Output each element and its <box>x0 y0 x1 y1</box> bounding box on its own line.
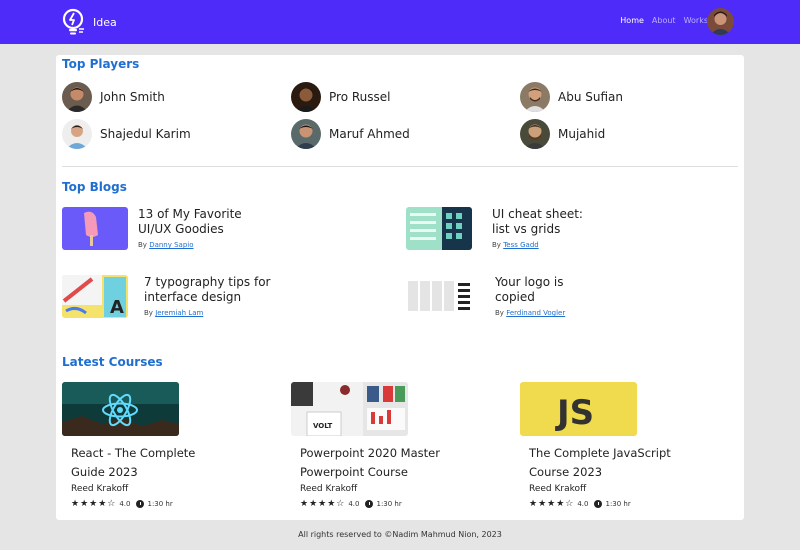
player-card[interactable]: Pro Russel <box>291 82 390 112</box>
blog-card[interactable]: UI cheat sheet: list vs grids By Tess Ga… <box>406 207 602 250</box>
course-meta: ★★★★☆ 4.0 1:30 hr <box>71 499 262 509</box>
blog-card[interactable]: A 7 typography tips for interface design… <box>62 275 274 318</box>
lightbulb-logo-icon <box>62 8 84 35</box>
brand-name: Idea <box>93 15 117 29</box>
blog-byline: By Jeremiah Lam <box>144 309 274 317</box>
blog-author-link[interactable]: Jeremiah Lam <box>155 309 203 317</box>
user-avatar-icon <box>707 8 734 35</box>
course-duration: 1:30 hr <box>147 500 173 508</box>
player-name: Mujahid <box>558 127 606 141</box>
course-title[interactable]: React - The Complete Guide 2023 <box>71 444 221 482</box>
blog-title[interactable]: 7 typography tips for interface design <box>144 275 274 305</box>
course-thumbnail: VOLT <box>291 382 408 436</box>
by-label: By <box>492 241 501 249</box>
course-card[interactable]: JS The Complete JavaScript Course 2023 R… <box>520 382 720 509</box>
blog-byline: By Danny Sapio <box>138 241 248 249</box>
by-label: By <box>144 309 153 317</box>
blog-thumbnail <box>62 207 128 250</box>
course-author: Reed Krakoff <box>529 484 587 494</box>
by-label: By <box>495 309 504 317</box>
powerpoint-thumbnail-icon: VOLT <box>291 382 408 436</box>
rating-value: 4.0 <box>348 500 360 508</box>
avatar <box>291 119 321 149</box>
player-name: Abu Sufian <box>558 90 623 104</box>
player-card[interactable]: Mujahid <box>520 119 605 149</box>
volt-thumb-text: VOLT <box>313 422 333 430</box>
avatar <box>62 119 92 149</box>
player-name: Shajedul Karim <box>100 127 191 141</box>
avatar <box>62 82 92 112</box>
top-players-title: Top Players <box>62 57 140 71</box>
player-name: Maruf Ahmed <box>329 127 410 141</box>
course-card[interactable]: VOLT Powerpoint 2020 Master Powerpoint C… <box>291 382 491 509</box>
nav-link-about[interactable]: About <box>652 16 676 25</box>
avatar <box>291 82 321 112</box>
blog-author-link[interactable]: Ferdinand Vogler <box>506 309 565 317</box>
blog-byline: By Ferdinand Vogler <box>495 309 575 317</box>
react-logo-icon <box>62 382 179 436</box>
svg-text:A: A <box>110 297 124 318</box>
blog-title[interactable]: UI cheat sheet: list vs grids <box>492 207 602 237</box>
course-author: Reed Krakoff <box>71 484 129 494</box>
blog-thumbnail <box>406 275 472 318</box>
blog-author-link[interactable]: Danny Sapio <box>149 241 193 249</box>
course-title[interactable]: The Complete JavaScript Course 2023 <box>529 444 689 482</box>
nav-link-works[interactable]: Works <box>684 16 708 25</box>
rating-stars-icon: ★★★★☆ <box>300 499 346 509</box>
blog-byline: By Tess Gadd <box>492 241 602 249</box>
main-card: Top Players John Smith Pro Russel Abu Su… <box>56 55 744 520</box>
course-author: Reed Krakoff <box>300 484 358 494</box>
rating-stars-icon: ★★★★☆ <box>529 499 575 509</box>
player-card[interactable]: Abu Sufian <box>520 82 623 112</box>
brand[interactable]: Idea <box>61 8 117 36</box>
clock-icon <box>594 500 603 508</box>
blog-author-link[interactable]: Tess Gadd <box>503 241 539 249</box>
nav-links: Home About Works <box>620 16 708 25</box>
blog-title[interactable]: 13 of My Favorite UI/UX Goodies <box>138 207 248 237</box>
course-meta: ★★★★☆ 4.0 1:30 hr <box>529 499 720 509</box>
course-duration: 1:30 hr <box>605 500 631 508</box>
section-divider <box>62 166 738 167</box>
latest-courses-title: Latest Courses <box>62 355 163 369</box>
player-card[interactable]: John Smith <box>62 82 165 112</box>
course-thumbnail: JS <box>520 382 637 436</box>
footer-copyright: All rights reserved to ©Nadim Mahmud Nio… <box>298 530 502 539</box>
rating-stars-icon: ★★★★☆ <box>71 499 117 509</box>
blog-thumbnail: A <box>62 275 128 318</box>
player-card[interactable]: Shajedul Karim <box>62 119 191 149</box>
nav-link-home[interactable]: Home <box>620 16 644 25</box>
player-name: Pro Russel <box>329 90 391 104</box>
js-thumb-text: JS <box>555 393 594 433</box>
javascript-logo-icon: JS <box>520 382 637 436</box>
clock-icon <box>136 500 145 508</box>
avatar <box>520 119 550 149</box>
top-blogs-title: Top Blogs <box>62 180 127 194</box>
course-card[interactable]: React - The Complete Guide 2023 Reed Kra… <box>62 382 262 509</box>
player-name: John Smith <box>100 90 165 104</box>
user-avatar[interactable] <box>707 8 734 35</box>
course-title[interactable]: Powerpoint 2020 Master Powerpoint Course <box>300 444 470 482</box>
course-thumbnail <box>62 382 179 436</box>
rating-value: 4.0 <box>577 500 589 508</box>
clock-icon <box>365 500 374 508</box>
blog-card[interactable]: Your logo is copied By Ferdinand Vogler <box>406 275 575 318</box>
rating-value: 4.0 <box>119 500 131 508</box>
blog-card[interactable]: 13 of My Favorite UI/UX Goodies By Danny… <box>62 207 248 250</box>
navbar: Idea Home About Works <box>0 0 800 44</box>
course-meta: ★★★★☆ 4.0 1:30 hr <box>300 499 491 509</box>
player-card[interactable]: Maruf Ahmed <box>291 119 410 149</box>
blog-thumbnail <box>406 207 472 250</box>
avatar <box>520 82 550 112</box>
course-duration: 1:30 hr <box>376 500 402 508</box>
by-label: By <box>138 241 147 249</box>
blog-title[interactable]: Your logo is copied <box>495 275 575 305</box>
